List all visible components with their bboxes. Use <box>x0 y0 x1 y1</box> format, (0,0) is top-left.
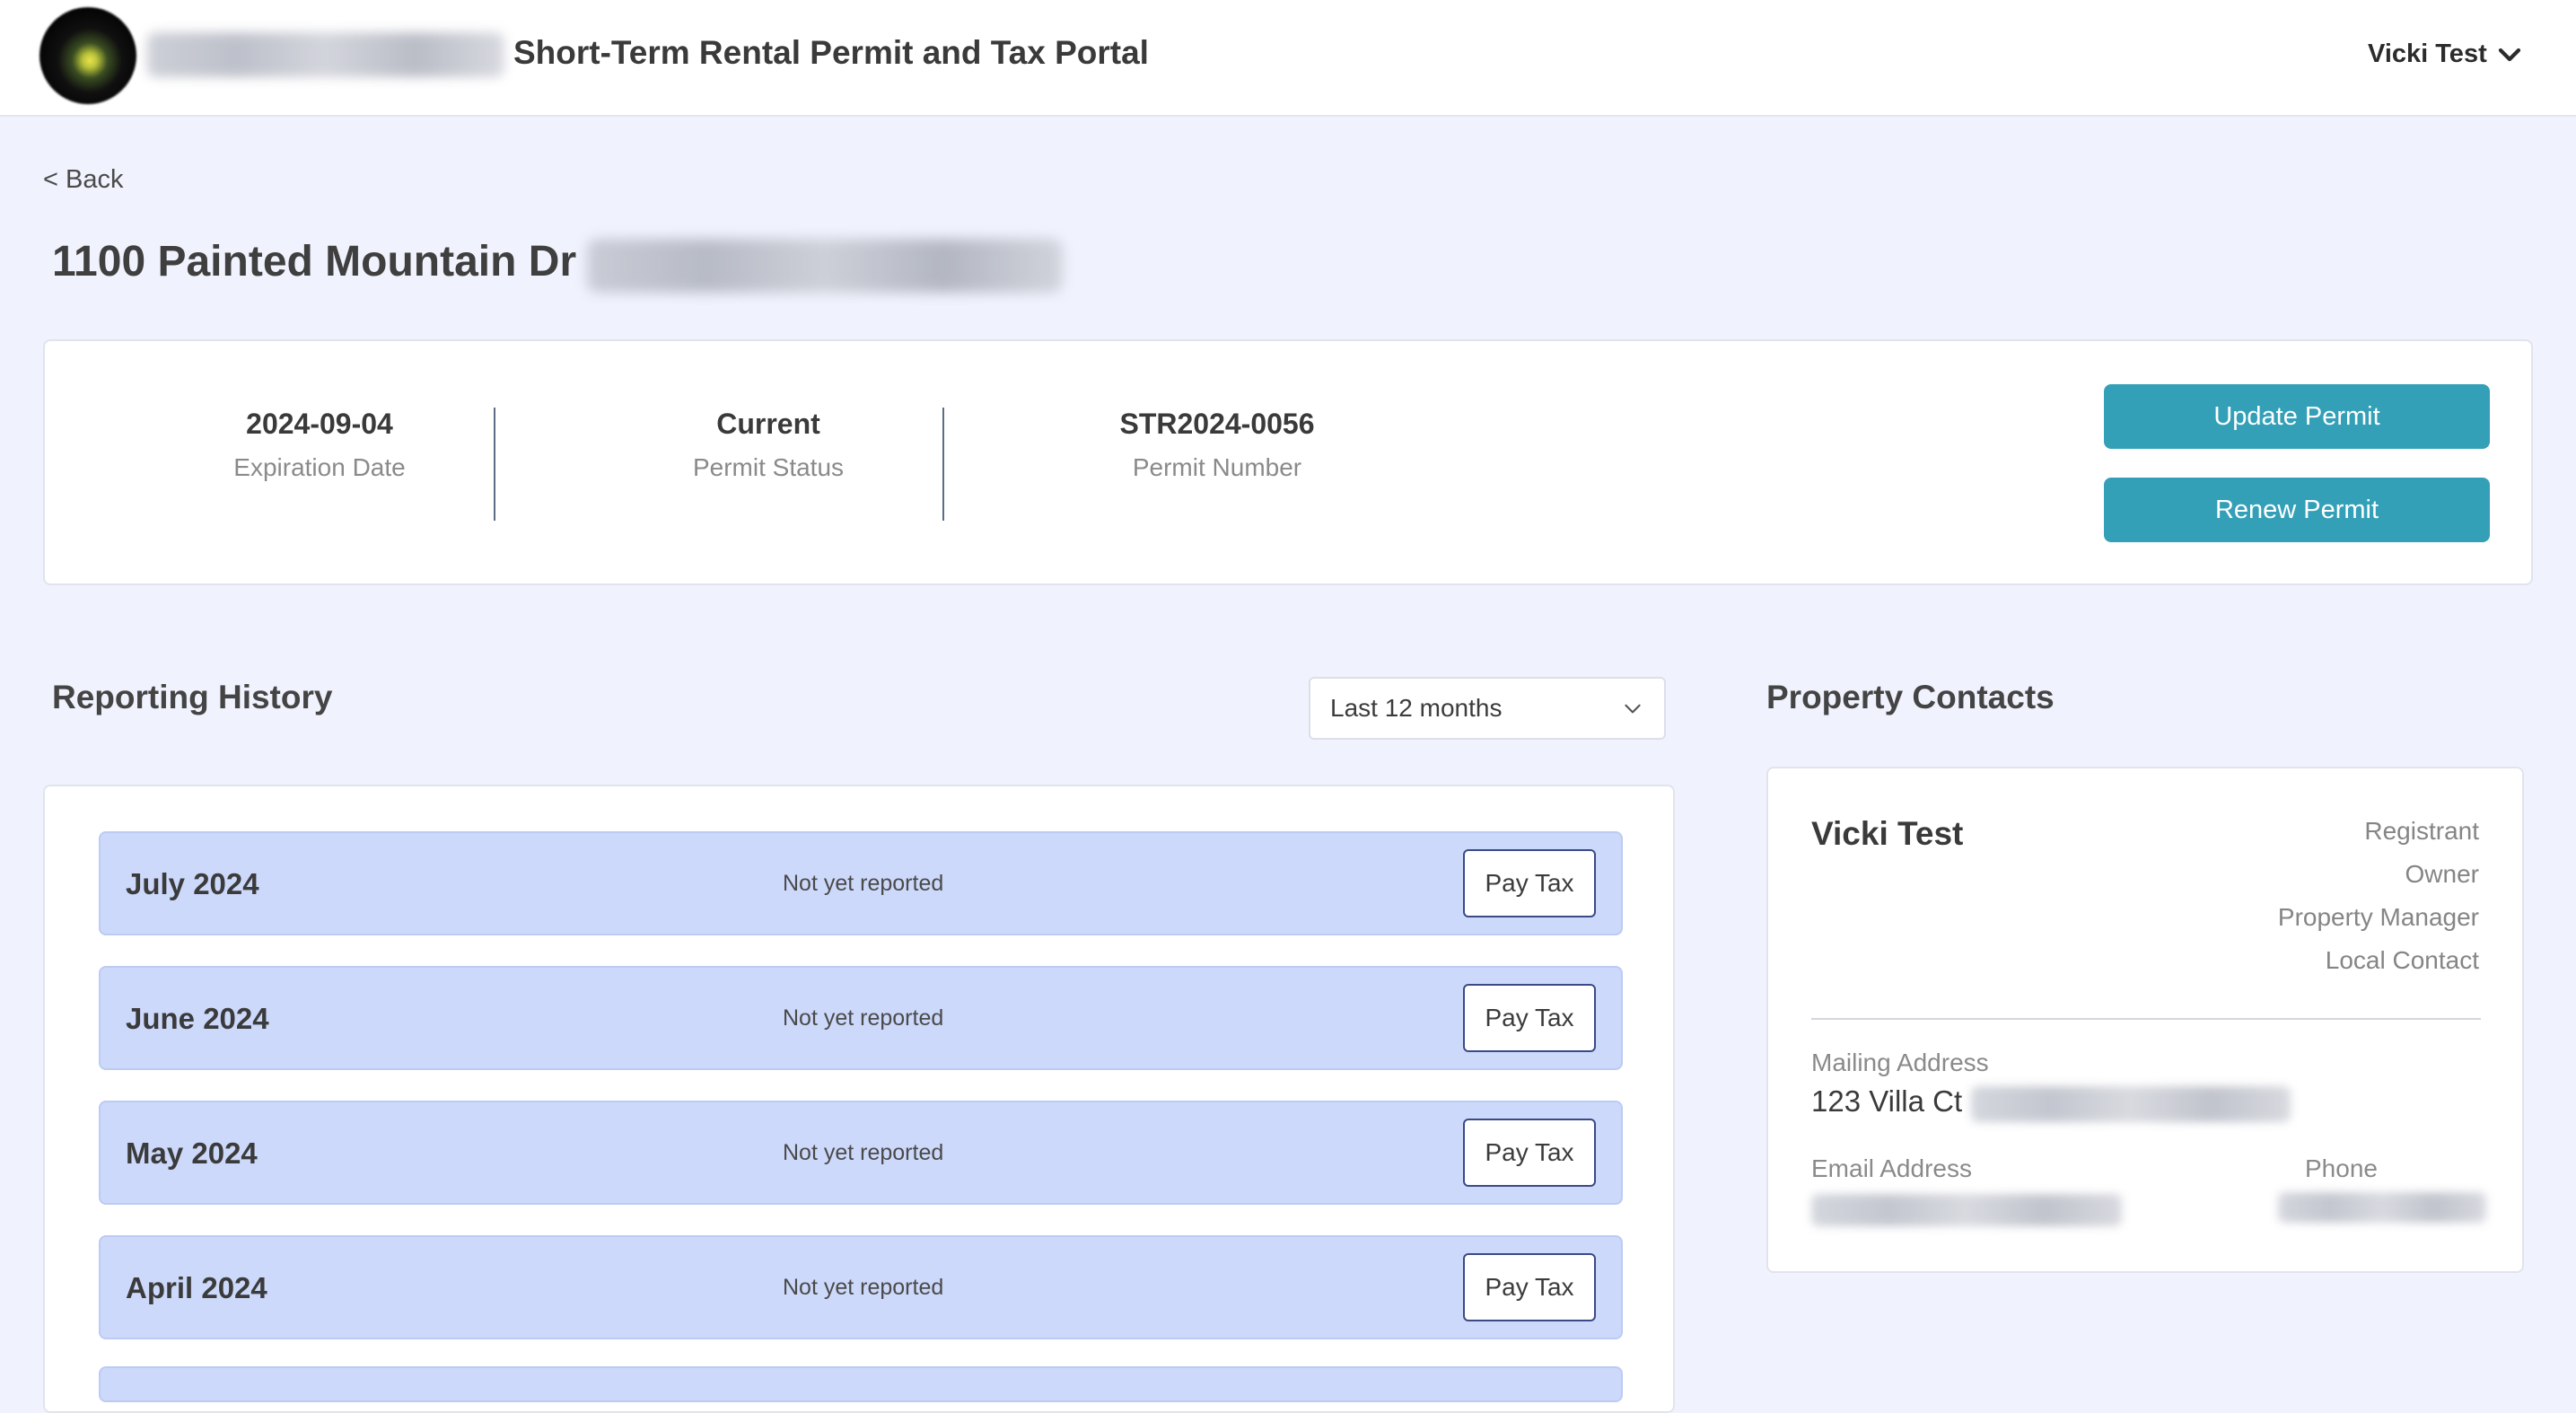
history-row-month: July 2024 <box>126 867 259 900</box>
number-stat: STR2024-0056 Permit Number <box>993 408 1441 482</box>
history-row-status: Not yet reported <box>783 1275 944 1300</box>
permit-status-value: Current <box>716 408 820 440</box>
user-name: Vicki Test <box>2368 39 2487 68</box>
email-address-label: Email Address <box>1811 1154 1972 1182</box>
reporting-history-title: Reporting History <box>52 679 333 715</box>
portal-title: Short-Term Rental Permit and Tax Portal <box>513 34 1149 71</box>
chevron-down-icon <box>2498 48 2520 61</box>
property-address-title: 1100 Painted Mountain Dr <box>52 238 577 285</box>
user-menu[interactable]: Vicki Test <box>2368 39 2523 69</box>
contact-roles: Registrant Owner Property Manager Local … <box>2278 810 2479 982</box>
back-link[interactable]: < Back <box>43 165 123 195</box>
history-row-status: Not yet reported <box>783 1140 944 1165</box>
top-bar: Short-Term Rental Permit and Tax Portal … <box>0 0 2576 117</box>
status-stat: Current Permit Status <box>544 408 993 482</box>
period-select[interactable]: Last 12 months <box>1309 677 1666 740</box>
history-row-month: April 2024 <box>126 1271 267 1304</box>
history-row: April 2024 Not yet reported Pay Tax <box>99 1235 1623 1339</box>
mailing-address-redacted <box>1971 1086 2291 1122</box>
contact-card: Vicki Test Registrant Owner Property Man… <box>1766 767 2524 1273</box>
email-address-redacted <box>1811 1194 2122 1226</box>
expiration-date-label: Expiration Date <box>233 453 406 481</box>
history-row-month: May 2024 <box>126 1137 258 1170</box>
period-select-value: Last 12 months <box>1330 694 1503 722</box>
mailing-address-label: Mailing Address <box>1811 1049 1989 1076</box>
history-row: July 2024 Not yet reported Pay Tax <box>99 831 1623 935</box>
phone-redacted <box>2278 1192 2486 1223</box>
reporting-history-card: July 2024 Not yet reported Pay Tax June … <box>43 785 1675 1413</box>
mailing-address-value: 123 Villa Ct <box>1811 1084 1963 1118</box>
county-name-redacted <box>147 32 504 77</box>
property-contacts-title: Property Contacts <box>1766 679 2055 715</box>
contact-name: Vicki Test <box>1811 815 1964 852</box>
expiration-stat: 2024-09-04 Expiration Date <box>95 408 544 482</box>
permit-status-label: Permit Status <box>692 453 845 481</box>
contact-role: Registrant <box>2364 817 2479 845</box>
history-row-status: Not yet reported <box>783 1005 944 1031</box>
stat-divider <box>494 408 495 521</box>
address-locality-redacted <box>587 239 1063 293</box>
contact-role: Property Manager <box>2277 903 2479 931</box>
history-row: June 2024 Not yet reported Pay Tax <box>99 966 1623 1070</box>
permit-number-value: STR2024-0056 <box>1119 408 1315 440</box>
permit-summary-card: 2024-09-04 Expiration Date Current Permi… <box>43 339 2533 585</box>
phone-label: Phone <box>2305 1154 2378 1182</box>
history-row-status: Not yet reported <box>783 871 944 896</box>
update-permit-button[interactable]: Update Permit <box>2104 384 2490 449</box>
permit-number-label: Permit Number <box>1132 453 1302 481</box>
pay-tax-button[interactable]: Pay Tax <box>1463 849 1596 917</box>
pay-tax-button[interactable]: Pay Tax <box>1463 984 1596 1052</box>
expiration-date-value: 2024-09-04 <box>246 408 393 440</box>
renew-permit-button[interactable]: Renew Permit <box>2104 478 2490 542</box>
stat-divider <box>942 408 944 521</box>
contact-divider <box>1811 1018 2481 1020</box>
contact-role: Local Contact <box>2325 946 2479 974</box>
chevron-down-icon <box>1625 704 1641 714</box>
county-logo <box>39 7 136 104</box>
pay-tax-button[interactable]: Pay Tax <box>1463 1119 1596 1187</box>
pay-tax-button[interactable]: Pay Tax <box>1463 1253 1596 1321</box>
history-row-partial <box>99 1366 1623 1402</box>
history-row: May 2024 Not yet reported Pay Tax <box>99 1101 1623 1205</box>
history-row-month: June 2024 <box>126 1002 269 1035</box>
contact-role: Owner <box>2405 860 2479 888</box>
